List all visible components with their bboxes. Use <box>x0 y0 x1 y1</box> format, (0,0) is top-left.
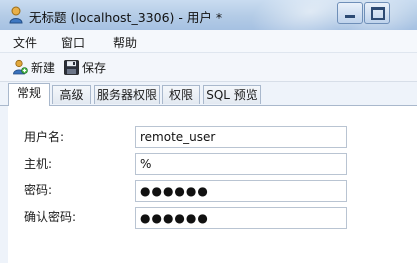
save-button[interactable]: 保存 <box>64 58 106 76</box>
confirm-password-label: 确认密码: <box>24 210 77 224</box>
window-title: 无标题 (localhost_3306) - 用户 * <box>29 10 223 25</box>
new-user-button[interactable]: 新建 <box>12 58 55 76</box>
tab-strip: 常规 高级 服务器权限 权限 SQL 预览 <box>0 83 417 106</box>
tab-advanced[interactable]: 高级 <box>52 85 91 104</box>
title-bar[interactable]: 无标题 (localhost_3306) - 用户 * <box>0 0 417 30</box>
menu-bar: 文件 窗口 帮助 <box>0 30 417 53</box>
tab-privileges[interactable]: 权限 <box>162 85 200 104</box>
menu-window[interactable]: 窗口 <box>61 34 85 51</box>
host-input[interactable]: % <box>135 153 347 175</box>
database-user-icon <box>9 6 23 24</box>
save-button-label: 保存 <box>82 60 107 75</box>
new-button-label: 新建 <box>31 60 56 75</box>
menu-help[interactable]: 帮助 <box>113 34 137 51</box>
tab-server-privileges[interactable]: 服务器权限 <box>94 85 160 104</box>
host-label: 主机: <box>24 157 53 171</box>
tab-sql-preview[interactable]: SQL 预览 <box>203 85 261 104</box>
confirm-password-input[interactable]: ●●●●●● <box>135 207 347 229</box>
username-input[interactable]: remote_user <box>135 126 347 148</box>
password-label: 密码: <box>24 183 53 197</box>
minimize-button[interactable] <box>337 2 363 24</box>
tab-general[interactable]: 常规 <box>8 83 50 106</box>
username-label: 用户名: <box>24 130 65 144</box>
save-disk-icon <box>64 59 79 75</box>
toolbar: 新建 保存 <box>0 53 417 82</box>
maximize-button[interactable] <box>364 2 390 24</box>
new-user-icon <box>13 59 28 75</box>
menu-file[interactable]: 文件 <box>13 34 37 51</box>
password-input[interactable]: ●●●●●● <box>135 180 347 202</box>
